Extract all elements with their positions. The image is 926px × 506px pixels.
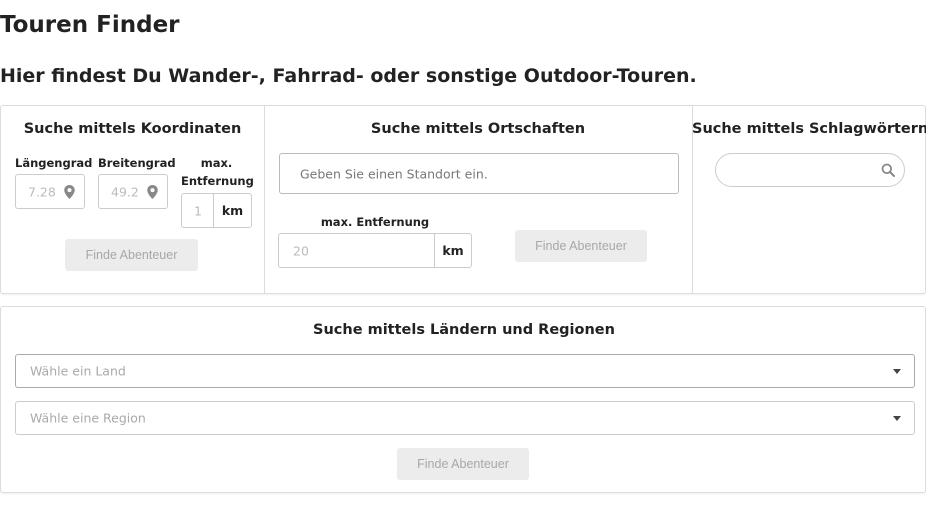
page-title: Touren Finder	[0, 12, 180, 38]
search-panel-regions: Suche mittels Ländern und Regionen Wähle…	[0, 306, 926, 493]
map-pin-icon	[147, 184, 158, 199]
country-select[interactable]: Wähle ein Land	[15, 354, 915, 388]
location-input[interactable]: Geben Sie einen Standort ein.	[279, 153, 679, 194]
longitude-placeholder: 7.28	[28, 184, 56, 199]
places-distance-label: max. Entfernung	[320, 215, 430, 229]
country-placeholder: Wähle ein Land	[30, 363, 126, 379]
distance-label: max. Entfernung	[181, 156, 254, 188]
region-select[interactable]: Wähle eine Region	[15, 401, 915, 435]
longitude-label: Längengrad	[15, 156, 93, 170]
regions-section-title: Suche mittels Ländern und Regionen	[313, 322, 615, 338]
places-find-button[interactable]: Finde Abenteuer	[515, 230, 647, 262]
distance-input[interactable]: 1	[181, 193, 214, 228]
map-pin-icon	[64, 184, 75, 199]
distance-placeholder: 1	[194, 203, 202, 218]
km-unit-addon: km	[213, 193, 252, 228]
longitude-input[interactable]: 7.28	[15, 174, 85, 209]
search-panel-top: Suche mittels Koordinaten Längengrad 7.2…	[0, 105, 926, 294]
location-placeholder: Geben Sie einen Standort ein.	[300, 166, 488, 181]
places-distance-placeholder: 20	[293, 243, 309, 258]
regions-find-button[interactable]: Finde Abenteuer	[397, 448, 529, 480]
latitude-placeholder: 49.2	[111, 184, 139, 199]
coordinates-section-title: Suche mittels Koordinaten	[23, 121, 242, 137]
keyword-search-input[interactable]	[715, 153, 905, 187]
caret-down-icon	[893, 416, 901, 421]
region-placeholder: Wähle eine Region	[30, 410, 146, 426]
km-unit-addon: km	[434, 233, 472, 268]
page-subtitle: Hier findest Du Wander-, Fahrrad- oder s…	[0, 65, 697, 87]
latitude-label: Breitengrad	[98, 156, 176, 170]
search-icon[interactable]	[881, 163, 895, 177]
caret-down-icon	[893, 369, 901, 374]
latitude-input[interactable]: 49.2	[98, 174, 168, 209]
places-distance-input[interactable]: 20	[278, 233, 435, 268]
places-section-title: Suche mittels Ortschaften	[370, 121, 586, 137]
keywords-section-title: Suche mittels Schlagwörtern	[692, 121, 926, 137]
coordinates-find-button[interactable]: Finde Abenteuer	[65, 239, 198, 271]
